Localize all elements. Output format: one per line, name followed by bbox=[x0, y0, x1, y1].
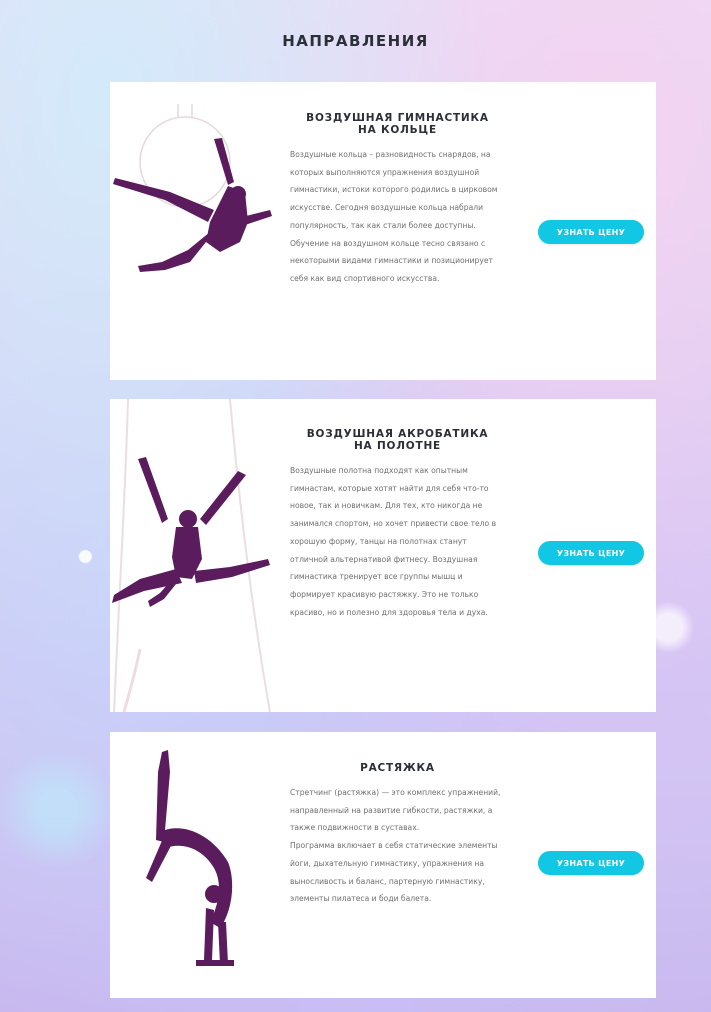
card-description: Воздушные кольца – разновидность снарядо… bbox=[290, 146, 505, 288]
card-title: РАСТЯЖКА bbox=[290, 762, 505, 774]
aerial-hoop-silhouette-icon bbox=[110, 82, 280, 380]
card-description-text: Стретчинг (растяжка) — это комплекс упра… bbox=[290, 788, 501, 833]
card-title-line: НА ПОЛОТНЕ bbox=[353, 440, 442, 452]
get-price-button[interactable]: УЗНАТЬ ЦЕНУ bbox=[538, 851, 644, 875]
stretching-silhouette-icon bbox=[110, 732, 280, 998]
card-title: ВОЗДУШНАЯ ГИМНАСТИКА НА КОЛЬЦЕ bbox=[290, 112, 505, 136]
card-body: ВОЗДУШНАЯ АКРОБАТИКА НА ПОЛОТНЕ Воздушны… bbox=[290, 428, 505, 621]
page-title: НАПРАВЛЕНИЯ bbox=[282, 32, 429, 51]
get-price-button[interactable]: УЗНАТЬ ЦЕНУ bbox=[538, 220, 644, 244]
get-price-button[interactable]: УЗНАТЬ ЦЕНУ bbox=[538, 541, 644, 565]
card-description-text: Программа включает в себя статические эл… bbox=[290, 841, 498, 904]
card-description-text: Воздушные кольца – разновидность снарядо… bbox=[290, 150, 498, 283]
card-title: ВОЗДУШНАЯ АКРОБАТИКА НА ПОЛОТНЕ bbox=[290, 428, 505, 452]
direction-card-aerial-hoop: ВОЗДУШНАЯ ГИМНАСТИКА НА КОЛЬЦЕ Воздушные… bbox=[110, 82, 656, 380]
card-description: Стретчинг (растяжка) — это комплекс упра… bbox=[290, 784, 505, 908]
card-description: Воздушные полотна подходят как опытным г… bbox=[290, 462, 505, 621]
card-title-line: РАСТЯЖКА bbox=[360, 762, 435, 774]
card-title-line: НА КОЛЬЦЕ bbox=[358, 124, 437, 136]
direction-card-stretching: РАСТЯЖКА Стретчинг (растяжка) — это комп… bbox=[110, 732, 656, 998]
card-title-line: ВОЗДУШНАЯ АКРОБАТИКА bbox=[306, 428, 489, 440]
card-title-line: ВОЗДУШНАЯ ГИМНАСТИКА bbox=[306, 112, 489, 124]
card-body: ВОЗДУШНАЯ ГИМНАСТИКА НА КОЛЬЦЕ Воздушные… bbox=[290, 112, 505, 288]
card-body: РАСТЯЖКА Стретчинг (растяжка) — это комп… bbox=[290, 762, 505, 908]
aerial-silks-silhouette-icon bbox=[110, 399, 280, 712]
card-description-text: Воздушные полотна подходят как опытным г… bbox=[290, 466, 497, 617]
direction-card-aerial-silks: ВОЗДУШНАЯ АКРОБАТИКА НА ПОЛОТНЕ Воздушны… bbox=[110, 399, 656, 712]
